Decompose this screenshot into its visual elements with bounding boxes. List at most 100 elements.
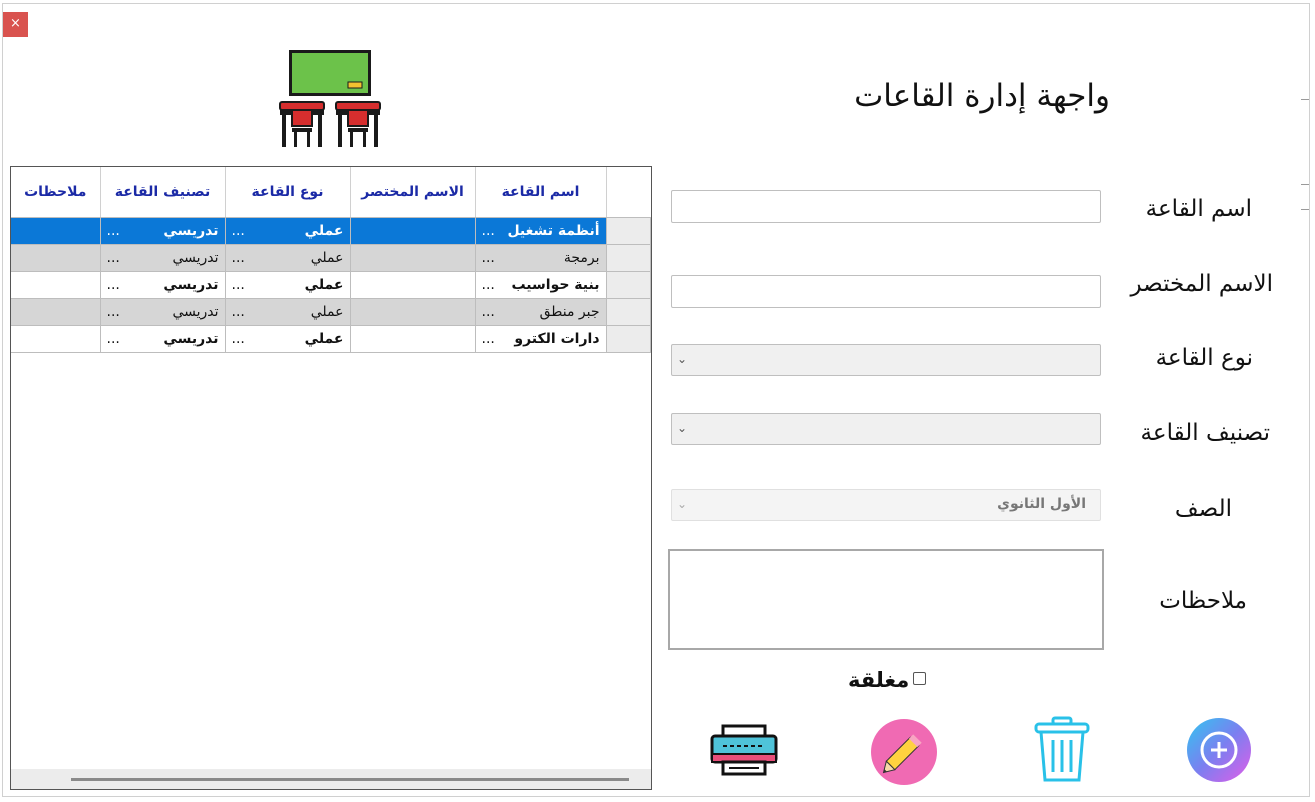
ellipsis: ... (481, 250, 495, 266)
cell-name-text: دارات الكترو (514, 331, 600, 347)
background-edge (1301, 184, 1309, 185)
ellipsis: ... (481, 331, 495, 347)
grade-select[interactable]: ⌄ الأول الثانوي (671, 489, 1101, 521)
closed-label: مغلقة (848, 668, 910, 692)
ellipsis: ... (106, 331, 120, 347)
cell-type-text: عملي (310, 250, 344, 266)
chevron-down-icon: ⌄ (677, 497, 688, 511)
trash-icon[interactable] (1033, 716, 1091, 784)
cell-type[interactable]: ... عملي (225, 298, 351, 326)
short-name-input[interactable] (671, 275, 1101, 308)
grid-header-row: ملاحظات تصنيف القاعة نوع القاعة الاسم ال… (11, 167, 650, 218)
cell-category[interactable]: ... تدريسي (100, 298, 226, 326)
ellipsis: ... (231, 331, 245, 347)
cell-category-text: تدريسي (163, 277, 219, 293)
column-header-type[interactable]: نوع القاعة (225, 167, 351, 218)
halls-grid[interactable]: ملاحظات تصنيف القاعة نوع القاعة الاسم ال… (10, 166, 652, 790)
cell-short-name[interactable] (350, 244, 476, 272)
ellipsis: ... (481, 277, 495, 293)
ellipsis: ... (481, 304, 495, 320)
cell-name-text: برمجة (563, 250, 600, 266)
ellipsis: ... (481, 223, 495, 239)
cell-name-text: جبر منطق (539, 304, 600, 320)
cell-type-text: عملي (304, 223, 344, 239)
cell-name-text: أنظمة تشغيل (507, 223, 600, 239)
cell-name[interactable]: ... جبر منطق (475, 298, 607, 326)
ellipsis: ... (231, 277, 245, 293)
edit-pencil-icon[interactable] (869, 718, 939, 786)
cell-name-text: بنية حواسيب (511, 277, 600, 293)
table-row[interactable]: ... تدريسي... عملي... برمجة (11, 244, 651, 272)
row-header[interactable] (606, 325, 651, 353)
hall-type-select[interactable]: ⌄ (671, 344, 1101, 376)
column-header-notes[interactable]: ملاحظات (11, 167, 101, 218)
hall-name-label: اسم القاعة (1145, 196, 1252, 222)
table-row[interactable]: ... تدريسي... عملي... بنية حواسيب (11, 271, 651, 299)
cell-type[interactable]: ... عملي (225, 217, 351, 245)
cell-short-name[interactable] (350, 217, 476, 245)
cell-category-text: تدريسي (163, 223, 219, 239)
column-header-name[interactable]: اسم القاعة (475, 167, 607, 218)
ellipsis: ... (231, 223, 245, 239)
ellipsis: ... (231, 250, 245, 266)
cell-notes[interactable] (11, 298, 101, 326)
row-header[interactable] (606, 298, 651, 326)
grade-label: الصف (1174, 496, 1232, 522)
hall-category-label: تصنيف القاعة (1140, 420, 1270, 446)
cell-category[interactable]: ... تدريسي (100, 325, 226, 353)
cell-type-text: عملي (304, 277, 344, 293)
cell-category[interactable]: ... تدريسي (100, 271, 226, 299)
column-header-short-name[interactable]: الاسم المختصر (350, 167, 476, 218)
cell-type-text: عملي (310, 304, 344, 320)
cell-type[interactable]: ... عملي (225, 325, 351, 353)
ellipsis: ... (106, 250, 120, 266)
cell-category[interactable]: ... تدريسي (100, 244, 226, 272)
hall-type-label: نوع القاعة (1155, 345, 1253, 371)
cell-category-text: تدريسي (172, 304, 219, 320)
grade-value: الأول الثانوي (997, 496, 1086, 512)
page-title: واجهة إدارة القاعات (854, 78, 1110, 114)
ellipsis: ... (106, 304, 120, 320)
cell-name[interactable]: ... برمجة (475, 244, 607, 272)
cell-notes[interactable] (11, 244, 101, 272)
cell-notes[interactable] (11, 271, 101, 299)
ellipsis: ... (231, 304, 245, 320)
cell-category-text: تدريسي (172, 250, 219, 266)
hall-category-select[interactable]: ⌄ (671, 413, 1101, 445)
notes-label: ملاحظات (1159, 588, 1247, 614)
scrollbar-thumb[interactable] (71, 778, 629, 781)
row-header[interactable] (606, 244, 651, 272)
cell-category[interactable]: ... تدريسي (100, 217, 226, 245)
hall-name-input[interactable] (671, 190, 1101, 223)
row-header[interactable] (606, 271, 651, 299)
cell-type[interactable]: ... عملي (225, 271, 351, 299)
ellipsis: ... (106, 223, 120, 239)
cell-type-text: عملي (304, 331, 344, 347)
row-header-corner (606, 167, 650, 218)
closed-checkbox[interactable] (913, 672, 926, 685)
column-header-category[interactable]: تصنيف القاعة (100, 167, 226, 218)
background-edge (1301, 99, 1309, 100)
add-icon[interactable] (1185, 716, 1253, 784)
printer-icon[interactable] (709, 724, 779, 776)
cell-name[interactable]: ... بنية حواسيب (475, 271, 607, 299)
cell-name[interactable]: ... دارات الكترو (475, 325, 607, 353)
table-row[interactable]: ... تدريسي... عملي... أنظمة تشغيل (11, 217, 651, 245)
cell-notes[interactable] (11, 217, 101, 245)
table-row[interactable]: ... تدريسي... عملي... جبر منطق (11, 298, 651, 326)
row-header[interactable] (606, 217, 651, 245)
cell-notes[interactable] (11, 325, 101, 353)
horizontal-scrollbar[interactable] (11, 769, 651, 789)
cell-short-name[interactable] (350, 271, 476, 299)
close-button[interactable]: × (3, 12, 28, 37)
cell-name[interactable]: ... أنظمة تشغيل (475, 217, 607, 245)
notes-textarea[interactable] (668, 549, 1104, 650)
background-edge (1301, 209, 1309, 210)
cell-type[interactable]: ... عملي (225, 244, 351, 272)
table-row[interactable]: ... تدريسي... عملي... دارات الكترو (11, 325, 651, 353)
cell-short-name[interactable] (350, 325, 476, 353)
chevron-down-icon: ⌄ (677, 352, 688, 366)
cell-short-name[interactable] (350, 298, 476, 326)
classroom-icon (279, 50, 381, 147)
chevron-down-icon: ⌄ (677, 421, 688, 435)
